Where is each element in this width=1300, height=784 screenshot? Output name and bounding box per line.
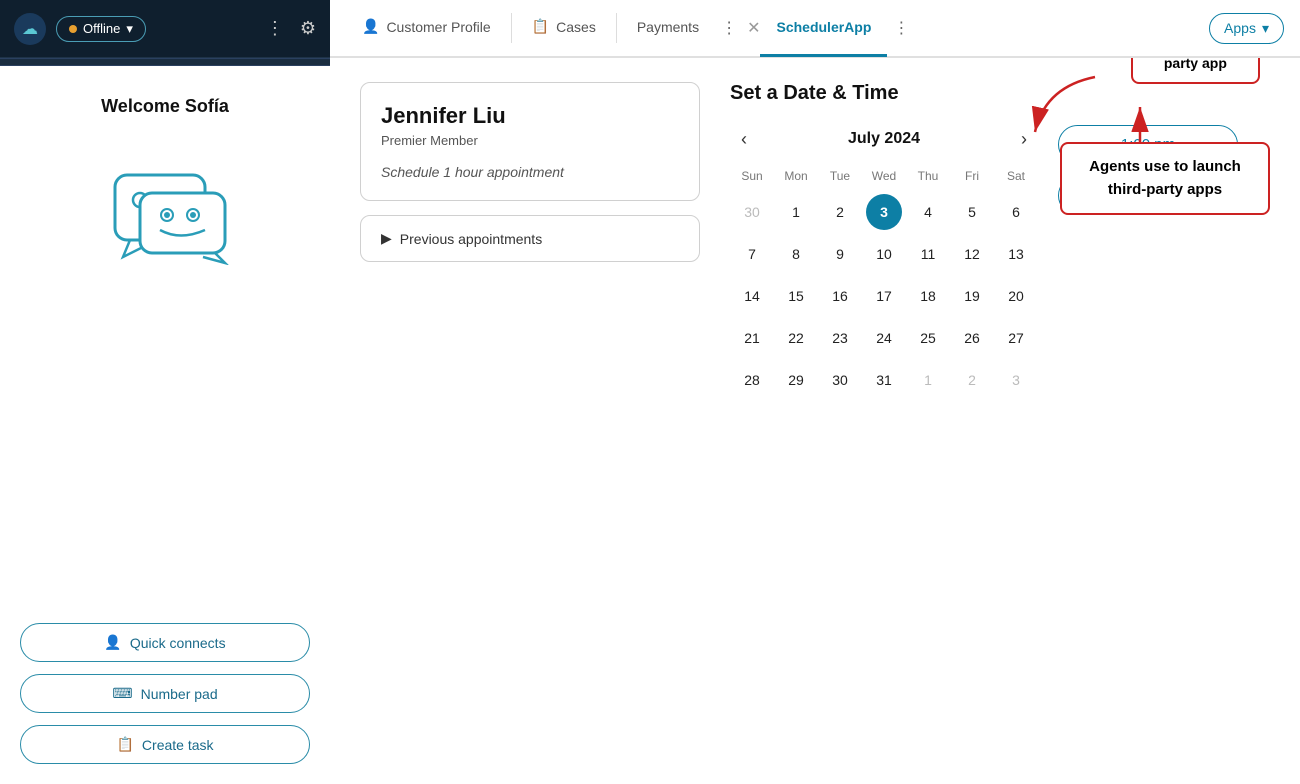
- quick-connects-icon: 👤: [104, 634, 121, 651]
- customer-name: Jennifer Liu: [381, 103, 679, 129]
- annotations-overlay: Example third-party app Agents use to la…: [970, 82, 1270, 282]
- calendar-day[interactable]: 22: [778, 320, 814, 356]
- calendar-day-name: Sun: [730, 165, 774, 191]
- cases-icon: 📋: [532, 18, 549, 35]
- calendar-day-name: Wed: [862, 165, 906, 191]
- chat-illustration: [85, 145, 245, 270]
- quick-connects-label: Quick connects: [130, 635, 226, 651]
- sidebar-buttons: 👤 Quick connects ⌨ Number pad 📋 Create t…: [20, 623, 310, 764]
- tabs-more-icon[interactable]: ⋮: [715, 14, 743, 42]
- prev-appointments-arrow: ▶: [381, 230, 392, 247]
- calendar-day[interactable]: 26: [954, 320, 990, 356]
- calendar-day[interactable]: 29: [778, 362, 814, 398]
- calendar-day[interactable]: 2: [954, 362, 990, 398]
- calendar-day[interactable]: 1: [778, 194, 814, 230]
- create-task-icon: 📋: [116, 736, 133, 753]
- calendar-day[interactable]: 27: [998, 320, 1034, 356]
- sidebar-divider: [0, 58, 330, 66]
- calendar-day[interactable]: 1: [910, 362, 946, 398]
- annotation-agents-use-text: Agents use to launchthird-party apps: [1089, 158, 1241, 198]
- calendar-month: July 2024: [848, 130, 920, 148]
- main-content: 👤 Customer Profile 📋 Cases Payments ⋮ ✕ …: [330, 0, 1300, 784]
- sidebar-content: Welcome Sofía: [0, 66, 330, 784]
- logo-icon: ☁: [14, 13, 46, 45]
- tab-payments[interactable]: Payments: [621, 0, 715, 57]
- annotation-third-party-app: Example third-party app: [1131, 58, 1260, 84]
- more-options-icon[interactable]: ⋮: [266, 18, 284, 39]
- calendar-day[interactable]: 30: [734, 194, 770, 230]
- calendar-day[interactable]: 10: [866, 236, 902, 272]
- annotation-third-party-app-text: Example third-party app: [1147, 58, 1244, 71]
- calendar-day[interactable]: 19: [954, 278, 990, 314]
- calendar-day[interactable]: 18: [910, 278, 946, 314]
- calendar-day[interactable]: 4: [910, 194, 946, 230]
- apps-chevron-icon: ▾: [1262, 20, 1269, 37]
- calendar-day[interactable]: 16: [822, 278, 858, 314]
- calendar-day[interactable]: 7: [734, 236, 770, 272]
- calendar-day[interactable]: 2: [822, 194, 858, 230]
- calendar-day[interactable]: 30: [822, 362, 858, 398]
- tab-payments-label: Payments: [637, 19, 699, 35]
- calendar-day[interactable]: 3: [866, 194, 902, 230]
- tab-separator-1: [511, 13, 512, 43]
- tab-scheduler-app[interactable]: SchedulerApp: [760, 0, 887, 57]
- customer-profile-icon: 👤: [362, 18, 379, 35]
- arrow-to-tab: [1025, 67, 1105, 147]
- annotation-agents-use: Agents use to launchthird-party apps: [1060, 142, 1270, 215]
- status-dot: [69, 25, 77, 33]
- calendar-day[interactable]: 15: [778, 278, 814, 314]
- apps-label: Apps: [1224, 20, 1256, 36]
- prev-appointments-label: Previous appointments: [400, 231, 542, 247]
- create-task-button[interactable]: 📋 Create task: [20, 725, 310, 764]
- calendar-day[interactable]: 28: [734, 362, 770, 398]
- number-pad-button[interactable]: ⌨ Number pad: [20, 674, 310, 713]
- calendar-day[interactable]: 25: [910, 320, 946, 356]
- main-body: Jennifer Liu Premier Member Schedule 1 h…: [330, 58, 1300, 784]
- calendar-day[interactable]: 9: [822, 236, 858, 272]
- tab-customer-profile-label: Customer Profile: [386, 19, 490, 35]
- calendar-day[interactable]: 8: [778, 236, 814, 272]
- calendar-day[interactable]: 31: [866, 362, 902, 398]
- create-task-label: Create task: [142, 737, 214, 753]
- sidebar: ☁ Offline ▾ ⋮ ⚙ Welcome Sofía: [0, 0, 330, 784]
- scheduler-section: Set a Date & Time ‹ July 2024 › SunMonTu…: [730, 82, 1270, 760]
- status-label: Offline: [83, 21, 120, 36]
- tab-cases-label: Cases: [556, 19, 596, 35]
- calendar-day[interactable]: 23: [822, 320, 858, 356]
- prev-appointments[interactable]: ▶ Previous appointments: [360, 215, 700, 262]
- calendar-day[interactable]: 24: [866, 320, 902, 356]
- calendar-day-name: Thu: [906, 165, 950, 191]
- header-icons: ⋮ ⚙: [266, 18, 316, 39]
- number-pad-icon: ⌨: [112, 685, 132, 702]
- tab-separator-2: [616, 13, 617, 43]
- tab-customer-profile[interactable]: 👤 Customer Profile: [346, 0, 507, 57]
- settings-icon[interactable]: ⚙: [300, 18, 316, 39]
- sidebar-header: ☁ Offline ▾ ⋮ ⚙: [0, 0, 330, 58]
- calendar-day[interactable]: 14: [734, 278, 770, 314]
- apps-button[interactable]: Apps ▾: [1209, 13, 1284, 44]
- customer-card: Jennifer Liu Premier Member Schedule 1 h…: [360, 82, 700, 201]
- tabs-bar: 👤 Customer Profile 📋 Cases Payments ⋮ ✕ …: [330, 0, 1300, 58]
- customer-tier: Premier Member: [381, 133, 679, 148]
- chevron-down-icon: ▾: [126, 21, 133, 37]
- calendar-day[interactable]: 17: [866, 278, 902, 314]
- status-button[interactable]: Offline ▾: [56, 16, 146, 42]
- calendar-day[interactable]: 3: [998, 362, 1034, 398]
- number-pad-label: Number pad: [141, 686, 218, 702]
- tabs-end: Apps ▾: [1209, 13, 1284, 44]
- quick-connects-button[interactable]: 👤 Quick connects: [20, 623, 310, 662]
- tab-close-icon[interactable]: ✕: [747, 18, 760, 38]
- calendar-day-name: Tue: [818, 165, 862, 191]
- tab-cases[interactable]: 📋 Cases: [516, 0, 612, 57]
- calendar-day[interactable]: 21: [734, 320, 770, 356]
- calendar-day[interactable]: 11: [910, 236, 946, 272]
- welcome-title: Welcome Sofía: [101, 96, 229, 117]
- calendar-day-name: Mon: [774, 165, 818, 191]
- tab-scheduler-label: SchedulerApp: [776, 19, 871, 35]
- prev-month-button[interactable]: ‹: [730, 125, 758, 153]
- customer-section: Jennifer Liu Premier Member Schedule 1 h…: [360, 82, 700, 760]
- customer-note: Schedule 1 hour appointment: [381, 164, 679, 180]
- calendar-day[interactable]: 20: [998, 278, 1034, 314]
- scheduler-tab-more-icon[interactable]: ⋮: [887, 14, 915, 42]
